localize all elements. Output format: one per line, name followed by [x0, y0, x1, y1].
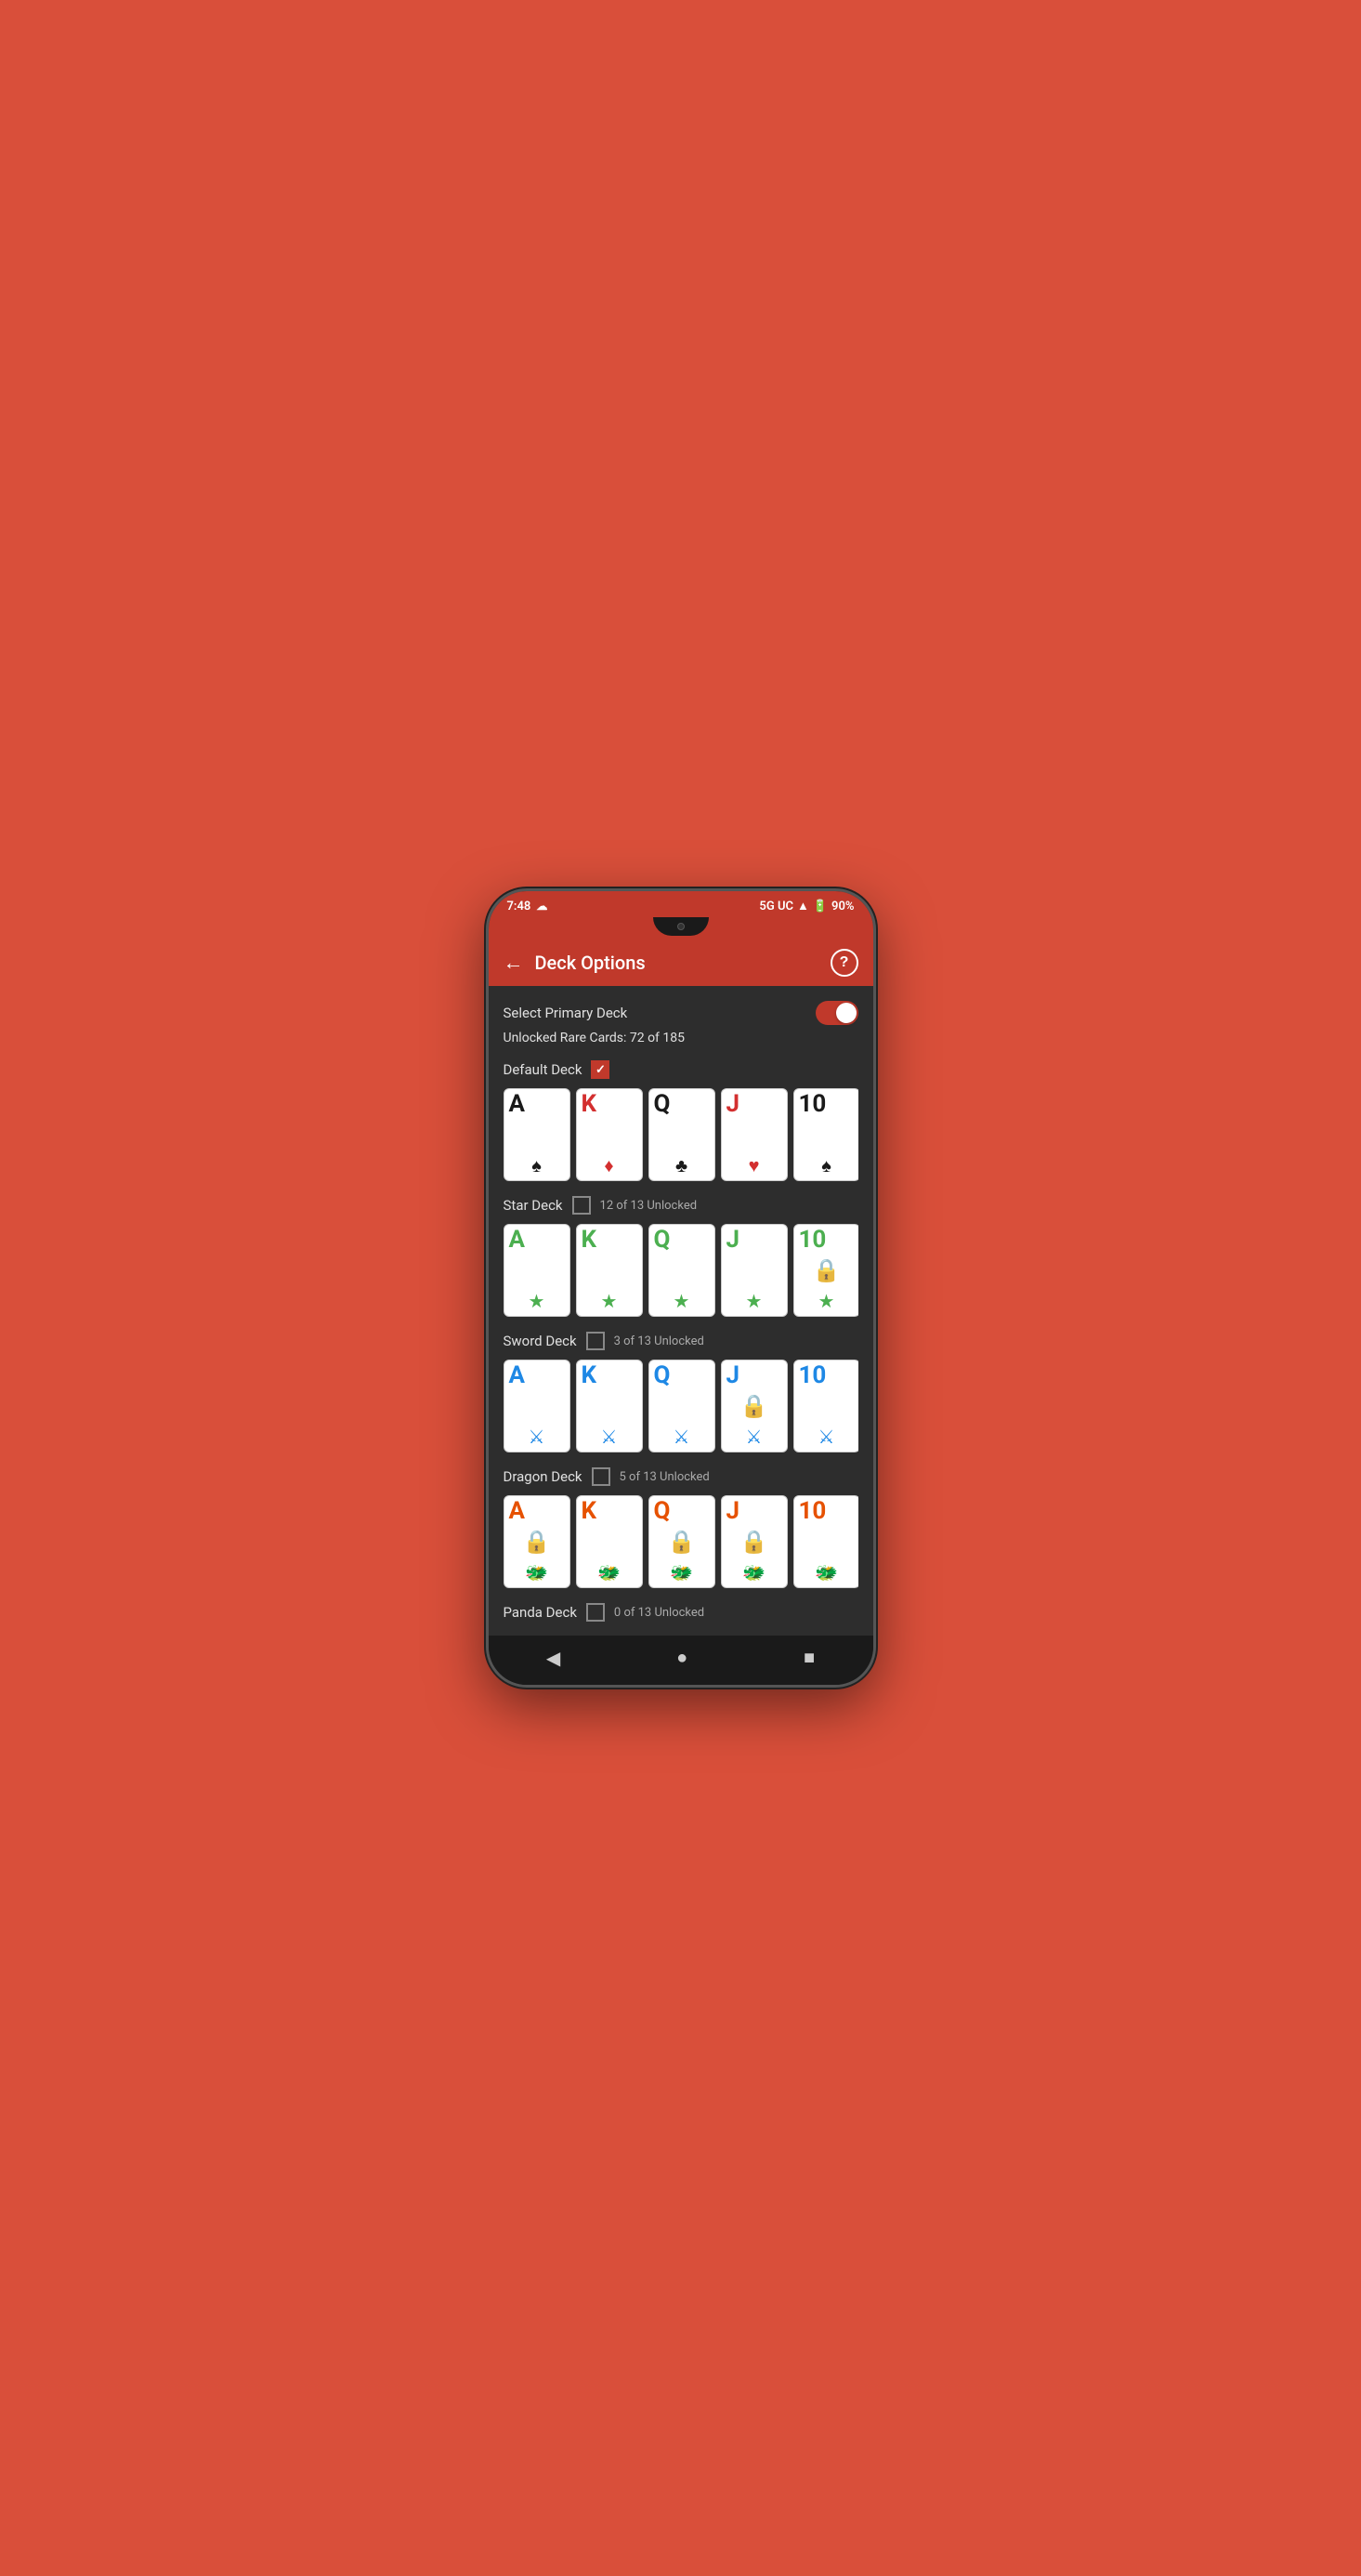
deck-unlock-3: 5 of 13 Unlocked [620, 1470, 710, 1484]
status-bar: 7:48 ☁ 5G UC ▲ 🔋 90% [489, 891, 873, 917]
battery-text: 90% [831, 900, 854, 913]
card-0-1[interactable]: K♦ [576, 1088, 643, 1181]
lock-icon: 🔒 [523, 1529, 551, 1555]
deck-header-1: Star Deck 12 of 13 Unlocked [504, 1196, 858, 1215]
status-right: 5G UC ▲ 🔋 90% [759, 899, 854, 913]
phone-device: 7:48 ☁ 5G UC ▲ 🔋 90% ← Deck Options ? Se… [486, 888, 876, 1688]
deck-section-3: Dragon Deck 5 of 13 Unlocked A🐲🔒K🐲Q🐲🔒J🐲🔒10… [504, 1467, 858, 1588]
cards-row-0: A♠K♦Q♣J♥10♠ [504, 1088, 858, 1181]
deck-checkbox-1[interactable] [572, 1196, 591, 1215]
home-nav-button[interactable]: ● [676, 1648, 687, 1669]
card-2-0[interactable]: A⚔ [504, 1360, 570, 1452]
notch [653, 917, 709, 936]
lock-icon: 🔒 [813, 1257, 841, 1283]
camera-dot [677, 923, 685, 930]
deck-unlock-2: 3 of 13 Unlocked [614, 1334, 704, 1348]
cloud-icon: ☁ [536, 900, 547, 913]
deck-header-2: Sword Deck 3 of 13 Unlocked [504, 1332, 858, 1350]
deck-name-0: Default Deck [504, 1061, 582, 1078]
deck-name-2: Sword Deck [504, 1333, 577, 1349]
card-3-1[interactable]: K🐲 [576, 1495, 643, 1588]
card-1-2[interactable]: Q★ [648, 1224, 715, 1317]
cards-row-3: A🐲🔒K🐲Q🐲🔒J🐲🔒10🐲 [504, 1495, 858, 1588]
card-3-4[interactable]: 10🐲 [793, 1495, 858, 1588]
signal-icon: ▲ [797, 899, 809, 913]
deck-header-4: Panda Deck 0 of 13 Unlocked [504, 1603, 858, 1622]
card-3-3[interactable]: J🐲🔒 [721, 1495, 788, 1588]
deck-section-2: Sword Deck 3 of 13 Unlocked A⚔K⚔Q⚔J⚔🔒10⚔ [504, 1332, 858, 1452]
lock-icon: 🔒 [740, 1393, 768, 1419]
cards-row-2: A⚔K⚔Q⚔J⚔🔒10⚔ [504, 1360, 858, 1452]
select-primary-row: Select Primary Deck [504, 1001, 858, 1025]
card-0-3[interactable]: J♥ [721, 1088, 788, 1181]
card-2-4[interactable]: 10⚔ [793, 1360, 858, 1452]
card-0-0[interactable]: A♠ [504, 1088, 570, 1181]
deck-section-4: Panda Deck 0 of 13 Unlocked [504, 1603, 858, 1622]
card-3-0[interactable]: A🐲🔒 [504, 1495, 570, 1588]
card-0-2[interactable]: Q♣ [648, 1088, 715, 1181]
deck-name-3: Dragon Deck [504, 1468, 582, 1485]
deck-name-1: Star Deck [504, 1197, 563, 1214]
deck-checkbox-0[interactable] [591, 1060, 609, 1079]
lock-icon: 🔒 [668, 1529, 696, 1555]
app-bar: ← Deck Options ? [489, 940, 873, 986]
signal-text: 5G UC [759, 900, 793, 913]
lock-icon: 🔒 [740, 1529, 768, 1555]
decks-container: Default Deck A♠K♦Q♣J♥10♠ Star Deck 12 of 13… [504, 1060, 858, 1622]
battery-icon: 🔋 [813, 900, 828, 913]
back-nav-button[interactable]: ◀ [546, 1647, 560, 1670]
app-bar-title: Deck Options [535, 952, 831, 974]
primary-deck-toggle[interactable] [816, 1001, 858, 1025]
card-0-4[interactable]: 10♠ [793, 1088, 858, 1181]
card-2-1[interactable]: K⚔ [576, 1360, 643, 1452]
deck-checkbox-3[interactable] [592, 1467, 610, 1486]
deck-header-3: Dragon Deck 5 of 13 Unlocked [504, 1467, 858, 1486]
card-2-2[interactable]: Q⚔ [648, 1360, 715, 1452]
help-button[interactable]: ? [831, 949, 858, 977]
card-1-1[interactable]: K★ [576, 1224, 643, 1317]
status-time: 7:48 [507, 900, 531, 913]
back-button[interactable]: ← [504, 953, 524, 973]
toggle-thumb [836, 1003, 857, 1023]
card-1-0[interactable]: A★ [504, 1224, 570, 1317]
deck-header-0: Default Deck [504, 1060, 858, 1079]
notch-area [489, 917, 873, 940]
deck-checkbox-4[interactable] [586, 1603, 605, 1622]
deck-unlock-1: 12 of 13 Unlocked [600, 1199, 698, 1213]
deck-unlock-4: 0 of 13 Unlocked [614, 1606, 704, 1620]
status-left: 7:48 ☁ [507, 900, 548, 913]
deck-checkbox-2[interactable] [586, 1332, 605, 1350]
card-1-3[interactable]: J★ [721, 1224, 788, 1317]
deck-name-4: Panda Deck [504, 1604, 577, 1621]
bottom-nav: ◀ ● ■ [489, 1636, 873, 1685]
cards-row-1: A★K★Q★J★10★🔒 [504, 1224, 858, 1317]
card-3-2[interactable]: Q🐲🔒 [648, 1495, 715, 1588]
deck-section-1: Star Deck 12 of 13 Unlocked A★K★Q★J★10★🔒 [504, 1196, 858, 1317]
deck-section-0: Default Deck A♠K♦Q♣J♥10♠ [504, 1060, 858, 1181]
rare-cards-text: Unlocked Rare Cards: 72 of 185 [504, 1031, 858, 1045]
select-primary-label: Select Primary Deck [504, 1005, 628, 1021]
content-area: Select Primary Deck Unlocked Rare Cards:… [489, 986, 873, 1636]
recent-nav-button[interactable]: ■ [804, 1648, 815, 1669]
card-2-3[interactable]: J⚔🔒 [721, 1360, 788, 1452]
card-1-4[interactable]: 10★🔒 [793, 1224, 858, 1317]
